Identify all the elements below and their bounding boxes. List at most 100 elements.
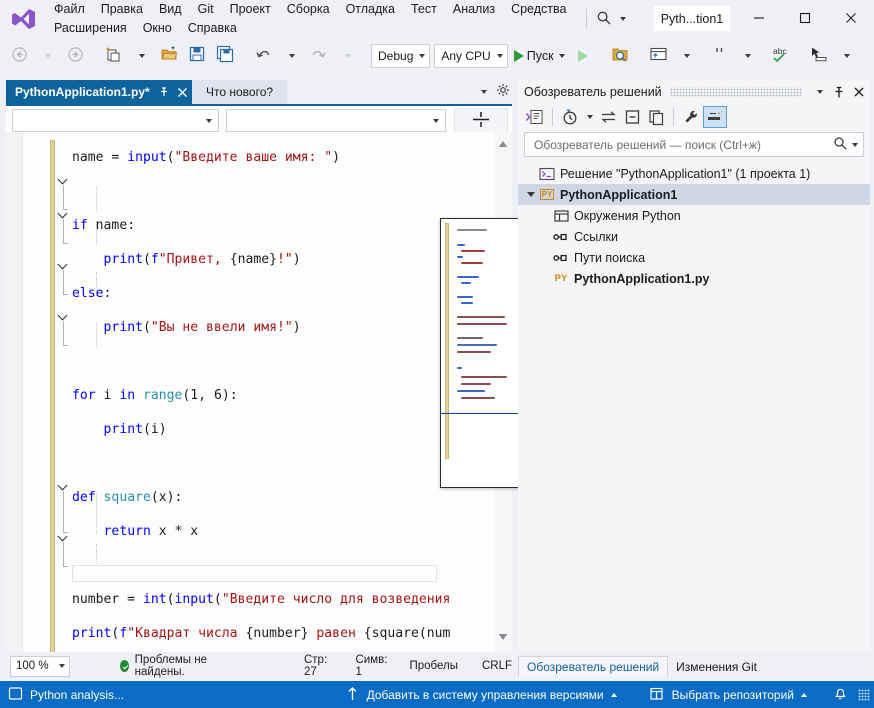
indent-dropdown[interactable] [734, 44, 762, 68]
menu-item-test[interactable]: Тест [403, 0, 445, 19]
window-layout-dropdown[interactable] [673, 44, 701, 68]
navbar-type-combo[interactable] [12, 109, 219, 132]
tree-item-references[interactable]: Ссылки [518, 226, 870, 247]
menu-item-debug[interactable]: Отладка [338, 0, 403, 19]
pending-changes-dropdown[interactable] [582, 106, 596, 128]
add-to-source-control-button[interactable]: Добавить в систему управления версиями [338, 681, 625, 708]
maximize-button[interactable] [782, 0, 828, 38]
menu-item-edit[interactable]: Правка [93, 0, 151, 19]
gear-icon[interactable] [496, 83, 510, 100]
visual-studio-window: Файл Правка Вид Git Проект Сборка Отладк… [0, 0, 874, 708]
start-without-debugging-button[interactable] [569, 44, 597, 68]
window-resize-grip[interactable] [858, 688, 870, 701]
search-in-files-button[interactable] [607, 44, 635, 68]
chevron-down-icon[interactable] [620, 17, 626, 21]
panel-menu-button[interactable] [810, 82, 828, 102]
new-project-dropdown[interactable] [127, 44, 155, 68]
menu-item-help[interactable]: Справка [180, 19, 245, 38]
menu-item-tools[interactable]: Средства [503, 0, 574, 19]
select-pointer-button[interactable] [805, 44, 833, 68]
collapse-chevron-icon[interactable] [58, 174, 69, 185]
panel-close-button[interactable] [850, 82, 868, 102]
pending-changes-icon[interactable] [558, 106, 582, 128]
panel-drag-handle[interactable] [669, 87, 802, 97]
copy-icon[interactable] [644, 106, 668, 128]
notifications-button[interactable] [825, 681, 856, 708]
navigate-backward-dropdown[interactable] [33, 44, 61, 68]
navigate-backward-button[interactable] [5, 44, 33, 68]
github-copilot-button[interactable]: GitHub Copilot [871, 44, 874, 68]
menu-item-build[interactable]: Сборка [279, 0, 338, 19]
scroll-up-arrow-icon[interactable] [498, 137, 508, 151]
sync-with-active-document-icon[interactable] [596, 106, 620, 128]
menu-item-window[interactable]: Окно [135, 19, 180, 38]
close-icon[interactable] [176, 86, 189, 99]
tree-item-project[interactable]: PY PythonApplication1 [518, 184, 870, 205]
open-file-button[interactable] [155, 44, 183, 68]
line-ending-indicator[interactable]: CRLF [482, 660, 512, 672]
chevron-down-icon[interactable] [481, 89, 487, 94]
redo-button[interactable] [305, 44, 333, 68]
menu-item-git[interactable]: Git [190, 0, 222, 19]
collapse-chevron-icon[interactable] [58, 208, 69, 219]
close-button[interactable] [828, 0, 874, 38]
navbar-member-combo[interactable] [226, 109, 446, 132]
pin-icon[interactable] [158, 86, 170, 98]
tree-item-search-paths[interactable]: Пути поиска [518, 247, 870, 268]
code-editor-surface[interactable]: name = input("Введите ваше имя: ") if na… [6, 132, 512, 652]
menu-item-project[interactable]: Проект [222, 0, 279, 19]
menu-item-extensions[interactable]: Расширения [46, 19, 135, 38]
collapse-chevron-icon[interactable] [58, 531, 69, 542]
problems-status[interactable]: Проблемы не найдены. [119, 654, 228, 678]
show-all-files-icon[interactable] [703, 106, 727, 128]
solution-platform-combo[interactable]: Any CPU [434, 43, 508, 68]
save-all-button[interactable] [211, 44, 239, 68]
python-project-icon: PY [539, 189, 555, 200]
redo-dropdown[interactable] [333, 44, 361, 68]
collapse-chevron-icon[interactable] [58, 259, 69, 270]
navigate-forward-button[interactable] [61, 44, 89, 68]
indentation-indicator[interactable]: Пробелы [409, 660, 458, 672]
undo-dropdown[interactable] [277, 44, 305, 68]
zoom-level-combo[interactable]: 100 % [10, 655, 70, 677]
collapse-chevron-icon[interactable] [58, 480, 69, 491]
start-debug-button[interactable]: Пуск [512, 44, 569, 68]
menu-item-view[interactable]: Вид [151, 0, 190, 19]
solution-explorer-search-box[interactable] [524, 132, 864, 157]
solution-configuration-combo[interactable]: Debug [371, 43, 431, 68]
spellcheck-button[interactable]: abc [767, 44, 795, 68]
split-view-button[interactable] [454, 108, 508, 133]
tree-item-solution[interactable]: Решение "PythonApplication1" (1 проекта … [518, 163, 870, 184]
code-view-icon[interactable] [523, 106, 547, 128]
magnifier-icon[interactable] [833, 136, 848, 154]
editor-tab-pythonapplication1[interactable]: PythonApplication1.py* [6, 80, 195, 104]
tab-git-changes[interactable]: Изменения Git [668, 656, 765, 677]
minimap-viewport-line[interactable] [441, 413, 519, 414]
python-analysis-status[interactable]: Python analysis... [0, 681, 132, 708]
undo-button[interactable] [249, 44, 277, 68]
save-button[interactable] [183, 44, 211, 68]
minimize-button[interactable] [736, 0, 782, 38]
select-pointer-dropdown[interactable] [833, 44, 861, 68]
search-input[interactable] [532, 136, 833, 153]
tree-item-python-environments[interactable]: Окружения Python [518, 205, 870, 226]
panel-pin-button[interactable] [830, 82, 848, 102]
code-minimap-popup[interactable] [440, 218, 520, 488]
menu-item-analyze[interactable]: Анализ [445, 0, 503, 19]
window-layout-button[interactable] [645, 44, 673, 68]
tree-item-label: Ссылки [574, 229, 619, 244]
scroll-down-arrow-icon[interactable] [498, 630, 508, 644]
indent-button[interactable] [706, 44, 734, 68]
tree-item-python-file[interactable]: PY PythonApplication1.py [518, 268, 870, 289]
quick-launch-search[interactable] [596, 8, 648, 30]
select-repository-button[interactable]: Выбрать репозиторий [641, 681, 815, 708]
twisty-expanded-icon[interactable] [524, 188, 538, 202]
tab-solution-explorer[interactable]: Обозреватель решений [518, 656, 669, 677]
chevron-down-icon[interactable] [852, 142, 858, 147]
editor-tab-whats-new[interactable]: Что нового? [192, 80, 288, 104]
menu-item-file[interactable]: Файл [46, 0, 93, 19]
new-project-button[interactable] [99, 44, 127, 68]
properties-wrench-icon[interactable] [679, 106, 703, 128]
collapse-all-icon[interactable] [620, 106, 644, 128]
collapse-chevron-icon[interactable] [58, 310, 69, 321]
